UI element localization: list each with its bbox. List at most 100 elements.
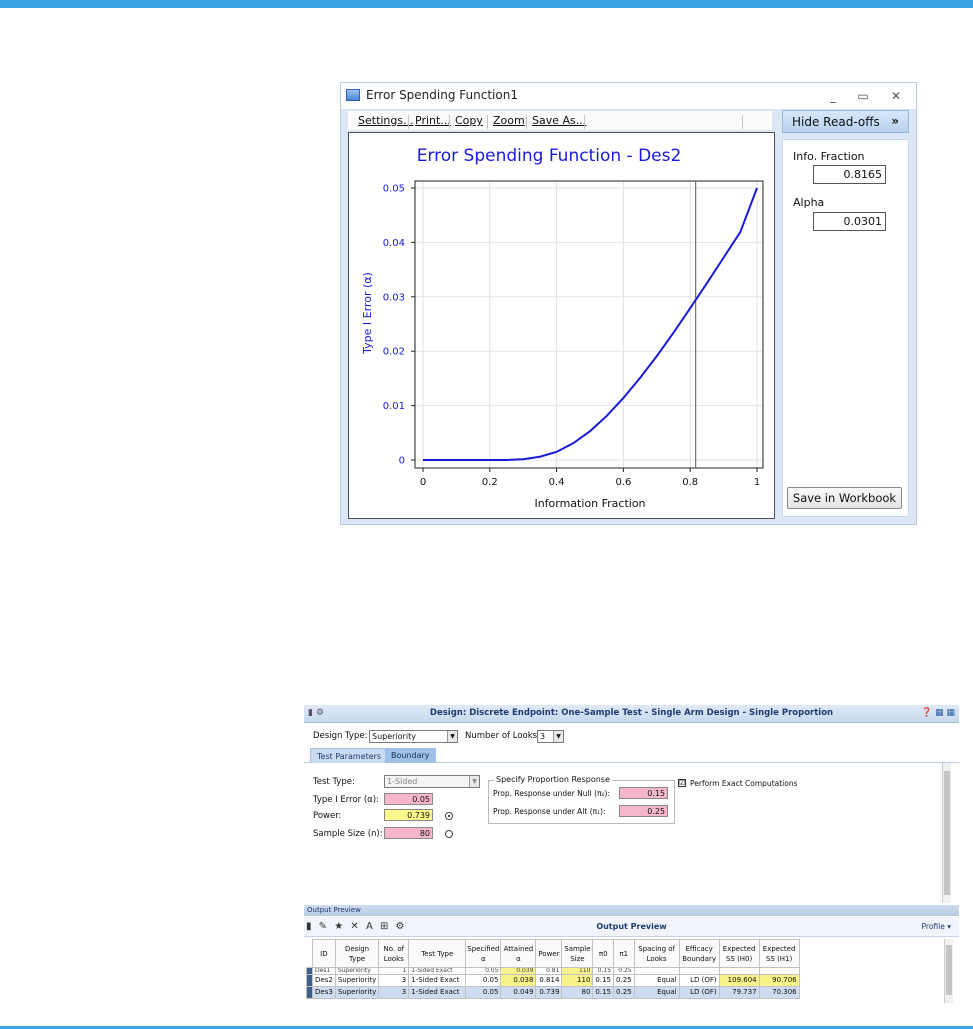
minimize-button[interactable]: _ [823,87,843,105]
close-button[interactable]: ✕ [886,87,906,105]
design-window: ▮ ⚙ Design: Discrete Endpoint: One-Sampl… [304,705,959,1023]
sample-size-radio[interactable] [445,830,453,838]
cell: 110 [561,974,594,987]
sample-size-label: Sample Size (n): [313,829,383,839]
alpha-field[interactable]: 0.0301 [813,212,886,231]
toolbar-separator [742,115,743,129]
design-title: Design: Discrete Endpoint: One-Sample Te… [429,708,834,718]
cell: 0.15 [592,967,615,975]
alt-response-label: Prop. Response under Alt (π₁): [493,807,606,816]
info-fraction-field[interactable]: 0.8165 [813,165,886,184]
table-row[interactable]: Des2 Superiority 3 1-Sided Exact 0.05 0.… [306,974,800,987]
test-type-select[interactable]: 1-Sided ▼ [384,775,480,788]
window-titlebar: Error Spending Function1 _ ▭ ✕ [341,83,916,109]
tab-test-parameters[interactable]: Test Parameters [310,748,389,763]
output-preview-table: ID Design Type No. of Looks Test Type Sp… [306,939,800,999]
toolbar-separator [449,115,450,129]
number-of-looks-label: Number of Looks: [465,731,540,741]
exact-computations-checkbox[interactable]: ☑ [678,779,686,787]
maximize-button[interactable]: ▭ [853,87,873,105]
alpha-label: Alpha [793,196,825,209]
save-as-button[interactable]: Save As... [532,114,586,127]
series-line [423,187,758,461]
col-id[interactable]: ID [312,939,336,968]
col-power[interactable]: Power [535,939,563,968]
save-in-workbook-button[interactable]: Save in Workbook [787,487,902,509]
output-preview-title: Output Preview [596,922,667,931]
settings-button[interactable]: Settings... [358,114,414,127]
plot-border [414,180,764,469]
table-row[interactable]: Des1 Superiority 1 1-Sided Exact 0.05 0.… [306,967,800,975]
col-no-of-looks[interactable]: No. of Looks [378,939,410,968]
zoom-button[interactable]: Zoom [493,114,525,127]
y-axis-label: Type I Error (α) [361,272,374,355]
print-button[interactable]: Print... [415,114,451,127]
cell: 0.15 [592,986,615,999]
cell: Equal [633,974,680,987]
col-pi1[interactable]: π1 [613,939,635,968]
cell: Des2 [312,974,336,987]
col-expected-ss-h0[interactable]: Expected SS (H0) [718,939,760,968]
col-attained-alpha[interactable]: Attained α [500,939,537,968]
power-field[interactable]: 0.739 [384,809,433,821]
cell: 0.814 [535,974,563,987]
tab-boundary[interactable]: Boundary [385,748,436,763]
copy-button[interactable]: Copy [455,114,483,127]
power-radio[interactable] [445,812,453,820]
alt-response-field[interactable]: 0.25 [619,805,668,817]
col-efficacy-boundary[interactable]: Efficacy Boundary [678,939,720,968]
y-tick-label: 0 [399,456,405,467]
chart-toolbar: Settings... Print... Copy Zoom Save As..… [347,110,773,131]
top-accent-bar [0,0,973,8]
y-tick-label: 0.02 [383,347,405,358]
design-scrollbar[interactable] [942,763,951,903]
col-test-type[interactable]: Test Type [408,939,467,968]
cell: Des1 [312,967,336,975]
type1-error-field[interactable]: 0.05 [384,793,433,805]
col-spacing-of-looks[interactable]: Spacing of Looks [633,939,680,968]
cell: Superiority [334,967,380,975]
output-preview-toolbar: ▮ ✎ ★ ✕ A ⊞ ⚙ Output Preview Profile ▾ [304,917,959,937]
x-tick-label: 0.4 [549,477,565,488]
cell: Superiority [334,986,380,999]
power-label: Power: [313,811,342,821]
x-tick-label: 1 [754,477,760,488]
cell: 0.05 [465,967,502,975]
table-header-row: ID Design Type No. of Looks Test Type Sp… [306,939,800,968]
col-sample-size[interactable]: Sample Size [561,939,594,968]
error-spending-chart: Error Spending Function - Des2 0 0.2 0.4 0.… [361,146,764,510]
col-pi0[interactable]: π0 [592,939,615,968]
help-icon[interactable]: ❓ ▦ ▦ [921,708,955,718]
null-response-field[interactable]: 0.15 [619,787,668,799]
error-spending-window: Error Spending Function1 _ ▭ ✕ Settings.… [340,82,917,525]
toolbar-separator [584,115,585,129]
sample-size-field[interactable]: 80 [384,827,433,839]
scrollbar-thumb[interactable] [944,771,950,895]
output-scrollbar[interactable] [944,939,953,1003]
cell: 0.05 [465,986,502,999]
chart-title: Error Spending Function - Des2 [417,146,682,166]
design-header: ▮ ⚙ Design: Discrete Endpoint: One-Sampl… [304,705,959,723]
table-row[interactable]: Des3 Superiority 3 1-Sided Exact 0.05 0.… [306,986,800,999]
cell [718,967,760,975]
x-tick-label: 0.6 [615,477,631,488]
number-of-looks-value: 3 [540,732,546,741]
col-specified-alpha[interactable]: Specified α [465,939,502,968]
number-of-looks-select[interactable]: 3 ▼ [537,730,564,743]
readoffs-panel: Info. Fraction 0.8165 Alpha 0.0301 Save … [782,139,909,517]
cell: 0.049 [500,986,537,999]
cell: 3 [378,986,410,999]
design-type-select[interactable]: Superiority ▼ [369,730,458,743]
cell: 0.739 [535,986,563,999]
scrollbar-thumb[interactable] [946,945,952,995]
cell: 80 [561,986,594,999]
cell: 1-Sided Exact [408,974,467,987]
col-expected-ss-h1[interactable]: Expected SS (H1) [758,939,800,968]
profile-dropdown[interactable]: Profile ▾ [922,922,951,931]
design-tabs: Test Parameters Boundary [304,748,959,763]
cell: 110 [561,967,594,975]
toolbar-separator [408,115,409,129]
hide-readoffs-button[interactable]: Hide Read-offs » [782,110,909,133]
cell: 0.25 [613,974,635,987]
col-design-type[interactable]: Design Type [334,939,380,968]
